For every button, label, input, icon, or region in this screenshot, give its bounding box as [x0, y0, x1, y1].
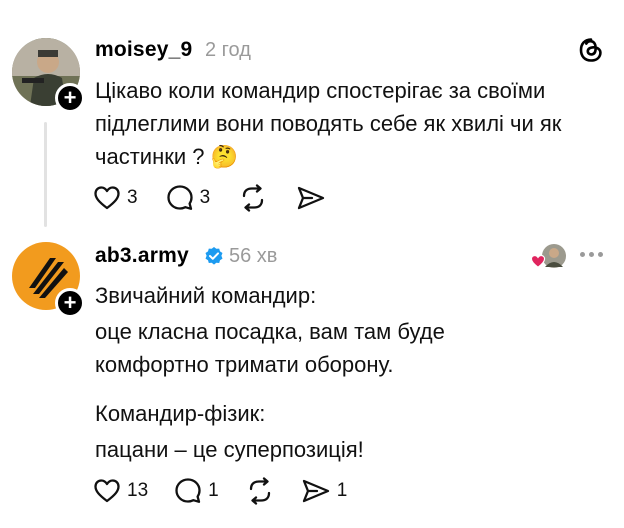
post2-text-line: Командир-фізик: [95, 401, 266, 426]
like-count: 13 [127, 480, 149, 501]
like-button[interactable]: 13 [93, 478, 148, 504]
follow-plus-button[interactable]: + [55, 288, 85, 318]
liked-heart-icon [530, 254, 546, 268]
share-icon [302, 479, 329, 503]
heart-icon [94, 479, 120, 503]
comment-button[interactable]: 3 [166, 184, 211, 212]
like-count: 3 [127, 187, 138, 208]
post2-actions: 13 1 1 [93, 477, 347, 505]
follow-plus-button[interactable]: + [55, 83, 85, 113]
heart-icon [94, 186, 120, 210]
post2-text-line: комфортно тримати оборону. [95, 352, 394, 377]
post2-text-line: пацани – це суперпозиція! [95, 437, 364, 462]
comment-icon [166, 185, 193, 210]
like-button[interactable]: 3 [93, 185, 138, 211]
comment-count: 3 [199, 187, 211, 208]
threads-logo-icon[interactable] [578, 37, 604, 63]
repost-button[interactable] [245, 477, 275, 505]
post2-text: Звичайний командир: оце класна посадка, … [95, 279, 615, 466]
post2-text-line: оце класна посадка, вам там буде [95, 319, 445, 344]
post1-text-line: підлеглими вони поводять себе як хвилі ч… [95, 111, 562, 136]
post2-text-line: Звичайний командир: [95, 283, 317, 308]
post1-text-line: частинки ? 🤔 [95, 144, 238, 169]
post1-text: Цікаво коли командир спостерігає за свої… [95, 74, 615, 173]
share-button[interactable]: 1 [301, 477, 348, 505]
repost-button[interactable] [238, 184, 268, 212]
more-dots-icon[interactable] [580, 252, 603, 257]
share-button[interactable] [296, 184, 326, 212]
post1-text-line: Цікаво коли командир спостерігає за свої… [95, 78, 546, 103]
post2-timestamp: 56 хв [229, 245, 278, 267]
thread-line [44, 122, 47, 227]
comment-icon [175, 478, 201, 503]
post2-username[interactable]: ab3.army [95, 244, 189, 268]
comment-button[interactable]: 1 [174, 477, 219, 505]
post1-actions: 3 3 [93, 184, 326, 212]
share-icon [298, 186, 325, 210]
post1-username[interactable]: moisey_9 [95, 38, 192, 62]
repost-icon [249, 477, 270, 505]
share-count: 1 [336, 480, 348, 501]
repost-icon [243, 184, 264, 212]
post1-timestamp: 2 год [205, 39, 251, 61]
verified-badge-icon [205, 247, 223, 265]
comment-count: 1 [208, 480, 219, 501]
